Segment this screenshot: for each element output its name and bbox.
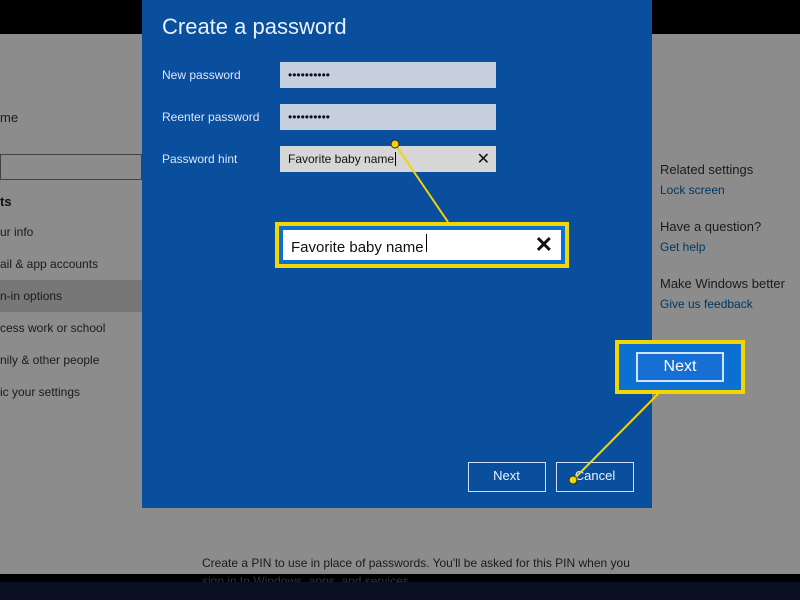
new-password-label: New password	[162, 68, 280, 82]
password-hint-label: Password hint	[162, 152, 280, 166]
new-password-value: ••••••••••	[288, 68, 330, 82]
taskbar	[0, 582, 800, 600]
reenter-password-input[interactable]: ••••••••••	[280, 104, 496, 130]
clear-hint-icon[interactable]: ✕	[477, 149, 490, 169]
row-reenter-password: Reenter password ••••••••••	[142, 96, 652, 138]
annotation-hint-clear-icon: ✕	[535, 232, 553, 258]
screenshot-stage: me ts ur info ail & app accounts n-in op…	[0, 0, 800, 600]
annotation-hint-callout-inner: Favorite baby name ✕	[283, 230, 561, 260]
row-new-password: New password ••••••••••	[142, 54, 652, 96]
dialog-title: Create a password	[142, 0, 652, 40]
next-button[interactable]: Next	[468, 462, 546, 492]
annotation-next-callout: Next	[615, 340, 745, 394]
password-hint-input[interactable]: Favorite baby name ✕	[280, 146, 496, 172]
reenter-password-label: Reenter password	[162, 110, 280, 124]
reenter-password-value: ••••••••••	[288, 110, 330, 124]
row-password-hint: Password hint Favorite baby name ✕	[142, 138, 652, 180]
dialog-button-row: Next Cancel	[462, 462, 634, 492]
new-password-input[interactable]: ••••••••••	[280, 62, 496, 88]
annotation-next-label: Next	[636, 352, 725, 382]
annotation-hint-callout: Favorite baby name ✕	[275, 222, 569, 268]
annotation-hint-value: Favorite baby name	[291, 239, 424, 256]
password-hint-value: Favorite baby name	[288, 152, 394, 166]
cancel-button[interactable]: Cancel	[556, 462, 634, 492]
